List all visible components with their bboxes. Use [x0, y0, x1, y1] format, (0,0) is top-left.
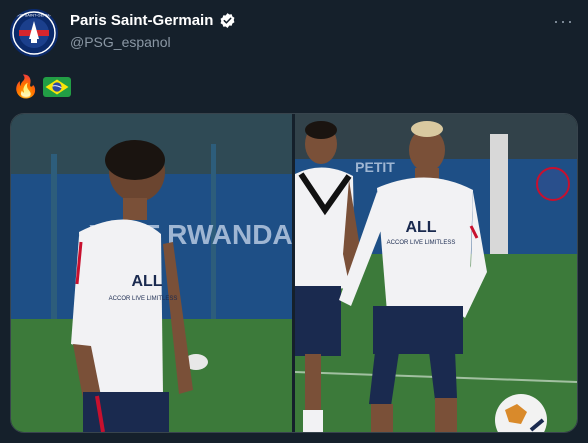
tweet-card[interactable]: PARIS SAINT-GERMAIN Paris Saint-Germain … [0, 0, 588, 443]
right-banner-text: PETIT [355, 159, 395, 175]
avatar-logo-text: PARIS SAINT-GERMAIN [12, 13, 56, 18]
photo-right[interactable]: PETIT ALL ACCOR LIVE LIMITLESS [295, 114, 577, 432]
display-name[interactable]: Paris Saint-Germain [70, 12, 213, 29]
tweet-media[interactable]: VISIT RWANDA ALL ACCOR LIVE LIMITLESS PE… [10, 113, 578, 433]
left-shirt-subtext: ACCOR LIVE LIMITLESS [109, 296, 178, 302]
tweet-text: 🔥 🇧🇷 [12, 74, 72, 100]
profile-avatar[interactable]: PARIS SAINT-GERMAIN [10, 9, 58, 57]
account-handle[interactable]: @PSG_espanol [70, 34, 171, 50]
more-options-button[interactable]: ··· [553, 12, 574, 30]
brazil-flag-icon [43, 77, 72, 97]
right-shirt-text: ALL [405, 219, 436, 236]
left-shirt-text: ALL [131, 273, 162, 290]
photo-left[interactable]: VISIT RWANDA ALL ACCOR LIVE LIMITLESS [11, 114, 292, 432]
right-shirt-subtext: ACCOR LIVE LIMITLESS [387, 240, 456, 246]
psg-logo-icon: PARIS SAINT-GERMAIN [10, 9, 58, 57]
verified-badge-icon [220, 13, 235, 28]
fire-emoji: 🔥 [12, 74, 40, 99]
